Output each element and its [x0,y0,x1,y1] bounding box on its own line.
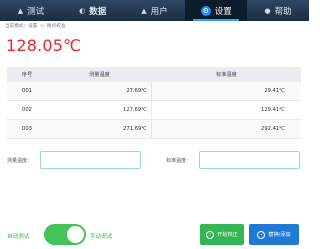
standard-temp-input[interactable] [199,151,300,169]
start-calibration-label: 开始校正 [217,232,238,238]
top-navigation: ▲ 测试 ◐ 数据 ▲ 用户 ⚙ 设置 ● 帮助 [0,0,309,21]
breadcrumb-separator: > [40,24,45,29]
tab-test[interactable]: ▲ 测试 [0,0,62,21]
tab-help-label: 帮助 [274,6,292,17]
tab-settings-label: 设置 [214,6,232,17]
breadcrumb-level1[interactable]: 设置 [28,24,37,29]
tab-users[interactable]: ▲ 用户 [124,0,186,21]
toggle-knob [67,226,84,243]
cell-index: 002 [22,107,32,113]
tab-users-label: 用户 [150,6,168,17]
breadcrumb-level2: 精点校准 [47,24,66,29]
gear-icon: ⚙ [200,5,211,16]
start-calibration-button[interactable]: ✓ 开始校正 [200,224,244,245]
standard-temp-label: 标准温度： [166,158,192,164]
cell-measured: 27.69℃ [47,82,152,100]
header-measured: 测量温度 [89,72,110,78]
header-index: 序号 [21,72,33,78]
cell-measured: 271.69℃ [47,120,152,138]
tab-settings[interactable]: ⚙ 设置 [185,0,248,21]
plus-circle-icon: + [257,230,266,239]
cell-standard: 129.41℃ [261,107,285,113]
table-row[interactable]: 002 127.69℃ 129.41℃ [7,101,301,120]
measured-temp-label: 测量温度： [7,158,33,164]
cell-standard: 292.41℃ [261,126,285,132]
breadcrumb: 当前模式：设置 > 精点校准 [5,23,68,29]
person-icon: ▲ [17,6,24,15]
tab-test-label: 测试 [27,6,45,17]
mode-toggle[interactable] [44,224,86,245]
tab-data-label: 数据 [89,6,107,17]
check-circle-icon: ✓ [206,230,215,239]
cell-index: 003 [22,126,32,132]
table-row[interactable]: 003 271.69℃ 292.41℃ [7,120,301,139]
replace-add-button[interactable]: + 替换/添加 [249,224,299,245]
user-icon: ▲ [141,6,147,15]
replace-add-label: 替换/添加 [268,232,291,238]
header-standard: 标准温度 [216,72,237,78]
tab-help[interactable]: ● 帮助 [247,0,309,21]
chart-icon: ◐ [79,6,86,15]
table-header: 序号 测量温度 标准温度 [7,67,301,82]
breadcrumb-prefix: 当前模式： [5,24,28,29]
cell-index: 001 [22,88,32,94]
auto-test-label: 自动测试 [7,234,30,240]
manual-test-label: 手动测试 [90,234,113,240]
measured-temp-input[interactable] [40,151,141,169]
cell-measured: 127.69℃ [47,101,152,119]
table-row[interactable]: 001 27.69℃ 29.41℃ [7,82,301,101]
tab-data[interactable]: ◐ 数据 [62,0,124,21]
cell-standard: 29.41℃ [264,88,285,94]
temperature-reading: 128.05℃ [6,36,82,55]
help-icon: ● [264,6,271,15]
calibration-table: 序号 测量温度 标准温度 001 27.69℃ 29.41℃ 002 127.6… [7,67,301,139]
